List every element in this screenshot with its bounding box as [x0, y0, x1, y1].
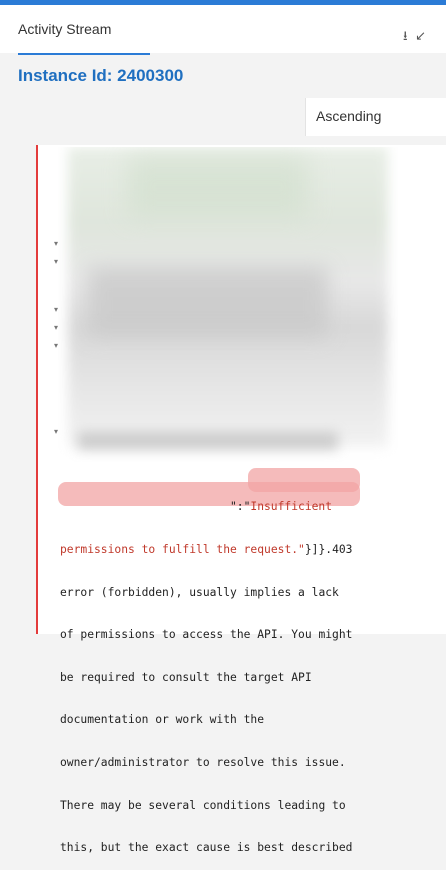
tab-bar: Activity Stream ⭳ ↙ — [0, 5, 446, 55]
log-line: owner/administrator to resolve this issu… — [60, 756, 346, 770]
log-highlight-text: Insufficient — [250, 500, 333, 514]
log-prefix: ":" — [230, 500, 251, 514]
log-suffix: }]}.403 — [304, 543, 353, 557]
redacted-content — [58, 147, 398, 462]
log-text: ":"Insufficient permissions to fulfill t… — [60, 472, 442, 870]
instance-title: Instance Id: 2400300 — [18, 66, 184, 85]
log-line: this, but the exact cause is best descri… — [60, 841, 353, 855]
log-line: documentation or work with the — [60, 713, 265, 727]
log-line: of permissions to access the API. You mi… — [60, 628, 353, 642]
code-fold-gutter: ▾ ▾ ▾ ▾ ▾ ▾ — [38, 145, 58, 634]
active-tab-indicator — [18, 53, 150, 55]
download-collapse-icons[interactable]: ⭳ ↙ — [403, 27, 428, 49]
log-line: be required to consult the target API — [60, 670, 312, 684]
sort-order-value: Ascending — [316, 108, 382, 124]
sort-order-select[interactable]: Ascending — [305, 98, 446, 136]
log-highlight-text: permissions to fulfill the request." — [60, 543, 305, 557]
tab-label: Activity Stream — [18, 21, 112, 37]
tab-activity-stream[interactable]: Activity Stream — [18, 21, 111, 51]
log-line: There may be several conditions leading … — [60, 798, 346, 812]
log-line: error (forbidden), usually implies a lac… — [60, 585, 339, 599]
